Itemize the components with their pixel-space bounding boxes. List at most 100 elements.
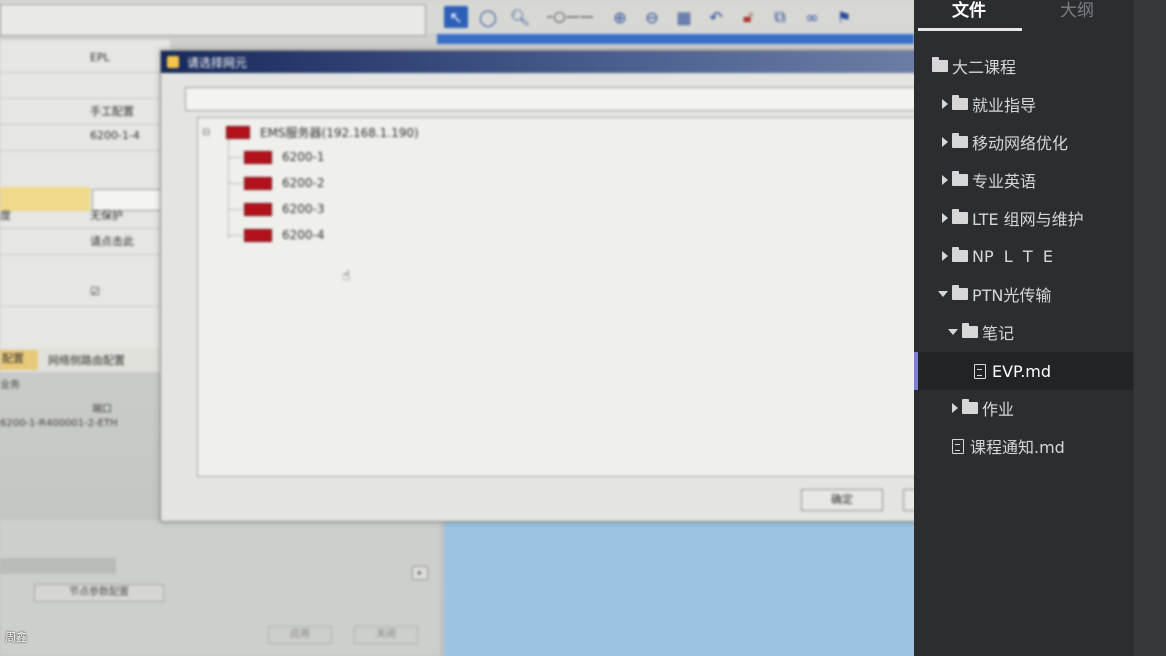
zoom-icon[interactable]: 🔍︎ bbox=[508, 6, 532, 28]
tree-folder-np-lte[interactable]: NP L T E bbox=[914, 237, 1162, 275]
tree-icon[interactable]: ⧉ bbox=[768, 6, 792, 28]
file-icon bbox=[974, 363, 986, 379]
chevron-down-icon[interactable] bbox=[938, 291, 948, 297]
property-row: ☑ bbox=[0, 280, 170, 307]
tree-item-label: 笔记 bbox=[982, 324, 1015, 343]
app-toolbar: ↖ ◯ 🔍︎ –○—— ⊕ ⊖ ▦ ↶ 🔓︎ ⧉ ∞ ⚑ bbox=[0, 0, 914, 36]
tree-folder-mobile-net[interactable]: 移动网络优化 bbox=[914, 123, 1162, 161]
collapse-icon[interactable]: ⊟ bbox=[202, 127, 212, 138]
tab-outline[interactable]: 大纲 bbox=[1060, 0, 1094, 21]
binoculars-icon[interactable]: ∞ bbox=[800, 6, 824, 28]
tree-root-ems[interactable]: ⊟ EMS服务器(192.168.1.190) bbox=[202, 124, 419, 141]
sub-header-port: 端口 bbox=[92, 404, 112, 415]
tree-root-label: EMS服务器(192.168.1.190) bbox=[260, 126, 419, 140]
tree-item-label: 移动网络优化 bbox=[972, 134, 1069, 153]
blue-canvas-area bbox=[444, 522, 914, 656]
tree-node-6200-3[interactable]: 6200-3 bbox=[228, 202, 325, 216]
dialog-titlebar: 请选择网元 bbox=[161, 51, 914, 73]
property-row: 6200-1-4 bbox=[0, 124, 170, 151]
chevron-right-icon[interactable] bbox=[942, 99, 948, 109]
chevron-right-icon[interactable] bbox=[942, 213, 948, 223]
folder-icon bbox=[952, 95, 968, 110]
chevron-right-icon[interactable] bbox=[942, 251, 948, 261]
presenter-name: 周鑫 bbox=[5, 631, 27, 644]
blurred-screen-content: ↖ ◯ 🔍︎ –○—— ⊕ ⊖ ▦ ↶ 🔓︎ ⧉ ∞ ⚑ EPL 手工配置 62… bbox=[0, 0, 914, 656]
zoom-in-icon[interactable]: ⊕ bbox=[608, 6, 632, 28]
link-line-icon[interactable]: –○—— bbox=[540, 6, 600, 28]
ne-icon bbox=[244, 150, 272, 164]
tree-item-label: PTN光传输 bbox=[972, 286, 1052, 305]
tree-folder-lte[interactable]: LTE 组网与维护 bbox=[914, 199, 1162, 237]
close-button[interactable]: 关闭 bbox=[354, 626, 418, 644]
ellipse-icon[interactable]: ◯ bbox=[476, 6, 500, 28]
cancel-button[interactable] bbox=[903, 489, 914, 511]
tab-config[interactable]: 配置 bbox=[0, 350, 38, 370]
horizontal-scrollbar[interactable] bbox=[0, 558, 116, 574]
tree-node-label: 6200-3 bbox=[282, 202, 325, 216]
ne-icon bbox=[244, 202, 272, 216]
tab-files[interactable]: 文件 bbox=[952, 0, 986, 21]
folder-icon bbox=[952, 171, 968, 186]
tree-item-label: 作业 bbox=[982, 400, 1015, 419]
tab-network-route[interactable]: 网络侧路由配置 bbox=[48, 352, 125, 368]
tree-node-6200-2[interactable]: 6200-2 bbox=[228, 176, 325, 190]
tree-item-label: NP L T E bbox=[972, 246, 1053, 266]
file-sidebar: 文件 大纲 大二课程 就业指导 移动网络优化 专业英语 LTE 组网与维护 NP… bbox=[914, 0, 1134, 656]
tree-item-label: 课程通知.md bbox=[970, 438, 1065, 457]
tree-folder-english[interactable]: 专业英语 bbox=[914, 161, 1162, 199]
property-row bbox=[0, 72, 170, 99]
camera-photo-area: ↖ ◯ 🔍︎ –○—— ⊕ ⊖ ▦ ↶ 🔓︎ ⧉ ∞ ⚑ EPL 手工配置 62… bbox=[0, 0, 914, 656]
tree-branch bbox=[228, 208, 242, 210]
tree-node-label: 6200-1 bbox=[282, 150, 325, 164]
tree-branch bbox=[228, 156, 242, 158]
folder-icon bbox=[952, 209, 968, 224]
tree-item-label: LTE 组网与维护 bbox=[972, 210, 1084, 229]
property-row: EPL bbox=[0, 46, 170, 73]
blue-strip bbox=[437, 34, 914, 44]
toolbar-icons: ↖ ◯ 🔍︎ –○—— ⊕ ⊖ ▦ ↶ 🔓︎ ⧉ ∞ ⚑ bbox=[444, 4, 856, 30]
ok-button[interactable]: 确定 bbox=[801, 489, 883, 511]
zoom-out-icon[interactable]: ⊖ bbox=[640, 6, 664, 28]
select-icon[interactable]: ↖ bbox=[444, 6, 468, 28]
grid-icon[interactable]: ▦ bbox=[672, 6, 696, 28]
chevron-right-icon[interactable] bbox=[942, 137, 948, 147]
chevron-right-icon[interactable] bbox=[942, 175, 948, 185]
property-row: 手工配置 bbox=[0, 98, 170, 125]
ne-icon bbox=[244, 228, 272, 242]
flag-icon[interactable]: ⚑ bbox=[832, 6, 856, 28]
property-panel: EPL 手工配置 6200-1-4 度无保护 请点击此 ☑ 配置 网络侧路由配置… bbox=[0, 40, 170, 429]
chevron-down-icon[interactable] bbox=[948, 329, 958, 335]
tree-item-label: EVP.md bbox=[992, 361, 1052, 381]
tree-folder-homework[interactable]: 作业 bbox=[914, 389, 1166, 427]
panel-tabs: 配置 网络侧路由配置 bbox=[0, 348, 170, 372]
property-row: 请点击此 bbox=[0, 228, 170, 255]
select-ne-dialog: 请选择网元 ⊟ EMS服务器(192.168.1.190) 6200-1 620… bbox=[160, 50, 914, 522]
sub-row-value: 6200-1-R400001-2-ETH bbox=[0, 418, 118, 429]
tree-file-evp[interactable]: EVP.md bbox=[914, 352, 1133, 390]
tree-folder-ptn[interactable]: PTN光传输 bbox=[914, 275, 1158, 313]
chevron-right-icon[interactable] bbox=[952, 403, 958, 413]
tree-file-notice[interactable]: 课程通知.md bbox=[914, 427, 1166, 465]
server-icon bbox=[226, 126, 250, 139]
folder-icon bbox=[932, 57, 948, 72]
toolbar-field bbox=[0, 4, 426, 36]
tree-folder-employment[interactable]: 就业指导 bbox=[914, 85, 1162, 123]
tree-node-6200-1[interactable]: 6200-1 bbox=[228, 150, 325, 164]
tree-item-label: 就业指导 bbox=[972, 96, 1037, 115]
folder-icon bbox=[952, 285, 968, 300]
sub-header-service: 业务 bbox=[0, 380, 20, 391]
undo-icon[interactable]: ↶ bbox=[704, 6, 728, 28]
lock-icon[interactable]: 🔓︎ bbox=[736, 6, 760, 28]
node-param-config-button[interactable]: 节点参数配置 bbox=[34, 584, 164, 602]
dialog-title: 请选择网元 bbox=[187, 56, 248, 70]
dialog-search-field[interactable] bbox=[185, 87, 914, 111]
tree-folder-notes[interactable]: 笔记 bbox=[914, 313, 1166, 351]
tree-folder-root[interactable]: 大二课程 bbox=[914, 47, 1152, 85]
apply-button[interactable]: 应用 bbox=[268, 626, 332, 644]
sidebar-tabs: 文件 大纲 bbox=[914, 0, 1134, 32]
right-edge-panel bbox=[1134, 0, 1166, 656]
scroll-right-icon[interactable]: ▸ bbox=[412, 566, 428, 580]
tree-item-label: 大二课程 bbox=[952, 58, 1017, 77]
tree-node-6200-4[interactable]: 6200-4 bbox=[228, 228, 325, 242]
ne-tree: ⊟ EMS服务器(192.168.1.190) 6200-1 6200-2 62… bbox=[197, 117, 914, 477]
